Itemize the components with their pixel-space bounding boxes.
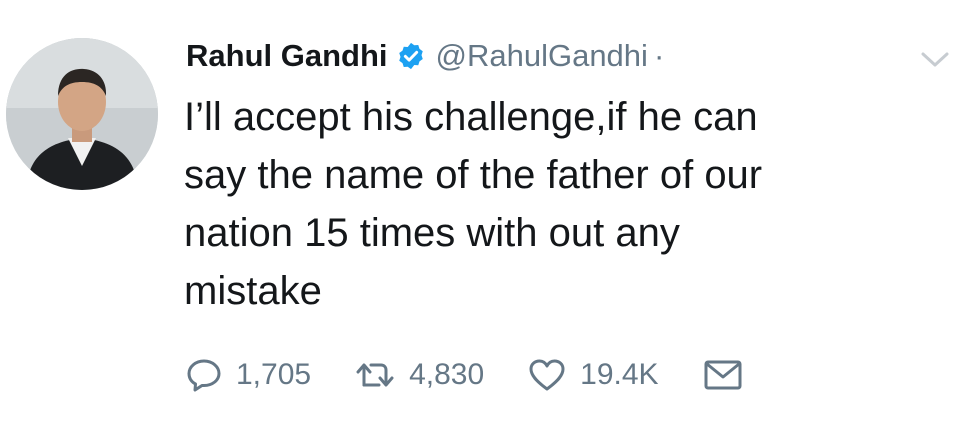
tweet-text-line: I’ll accept his challenge,if he can	[184, 95, 758, 139]
avatar[interactable]	[6, 38, 158, 190]
author-name[interactable]: Rahul Gandhi	[186, 38, 388, 74]
reply-count: 1,705	[236, 358, 312, 391]
direct-message-button[interactable]	[703, 359, 743, 391]
avatar-photo	[6, 38, 158, 190]
tweet-card: Rahul Gandhi @RahulGandhi · I’ll accept …	[0, 0, 960, 429]
retweet-icon	[356, 363, 394, 387]
tweet-text-line: mistake	[184, 269, 322, 313]
tweet-text-line: say the name of the father of our	[184, 153, 763, 197]
reply-button[interactable]: 1,705	[186, 358, 311, 392]
tweet-header: Rahul Gandhi @RahulGandhi ·	[186, 34, 664, 78]
reply-icon	[187, 359, 221, 392]
envelope-icon	[704, 360, 742, 390]
verified-badge-icon	[396, 41, 426, 71]
heart-icon	[529, 359, 565, 391]
like-button[interactable]: 19.4K	[528, 358, 659, 392]
retweet-button[interactable]: 4,830	[355, 358, 484, 392]
chevron-down-icon[interactable]	[918, 46, 952, 72]
retweet-count: 4,830	[409, 358, 485, 391]
like-count: 19.4K	[580, 358, 659, 391]
author-handle[interactable]: @RahulGandhi	[436, 38, 648, 74]
tweet-text-line: nation 15 times with out any	[184, 211, 680, 255]
tweet-actions: 1,705 4,830 19.4K	[186, 352, 787, 398]
tweet-text: I’ll accept his challenge,if he can say …	[184, 88, 954, 320]
header-separator: ·	[653, 38, 665, 73]
